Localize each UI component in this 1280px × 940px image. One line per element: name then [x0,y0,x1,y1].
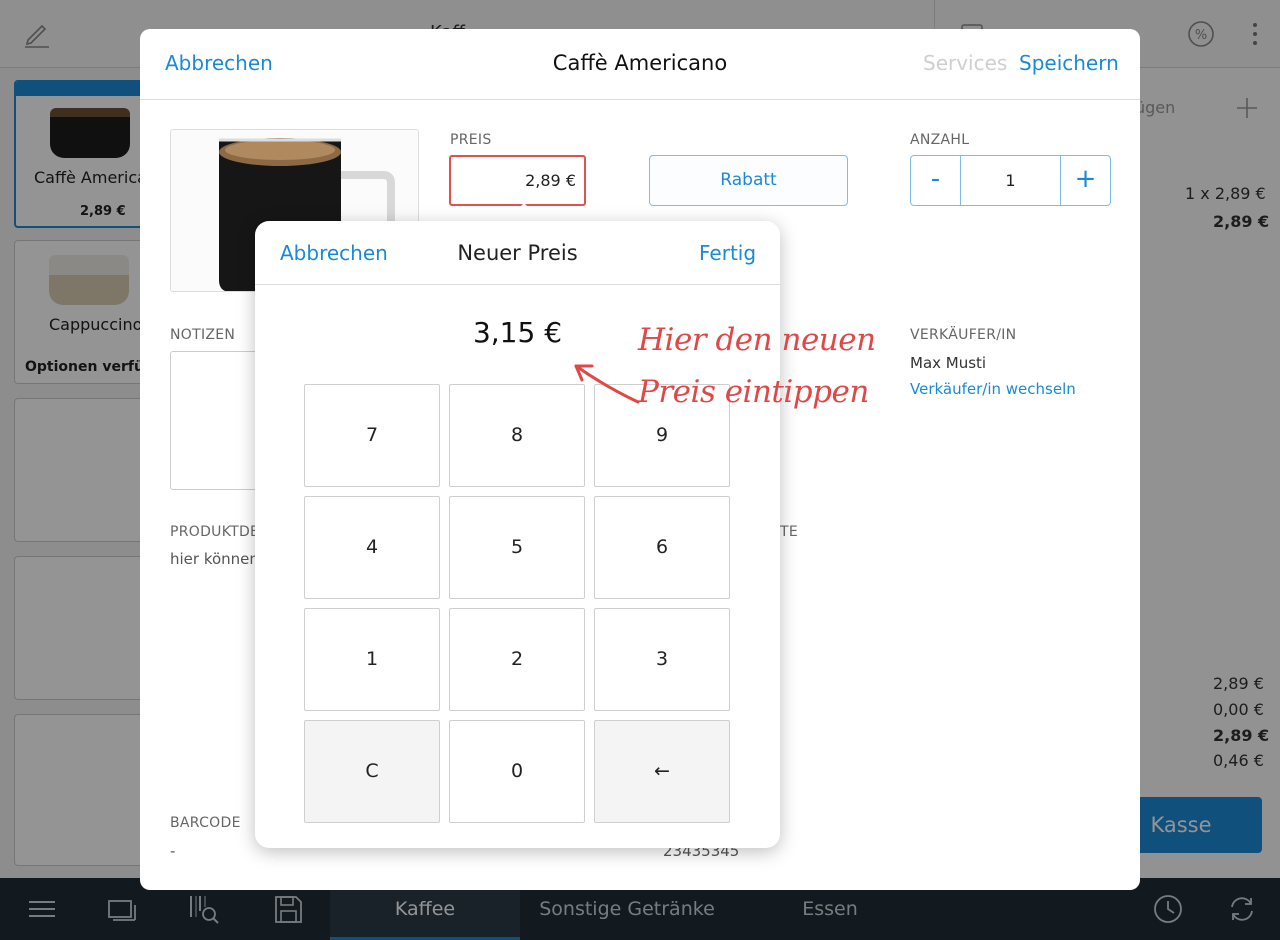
barcode-label: BARCODE [170,815,241,831]
price-field[interactable]: 2,89 € [449,155,586,206]
modal-cancel-button[interactable]: Abbrechen [165,51,273,75]
discount-button[interactable]: Rabatt [649,155,848,206]
key-1[interactable]: 1 [304,608,440,711]
modal-header: Caffè Americano Abbrechen Services Speic… [140,29,1140,100]
popover-cancel-button[interactable]: Abbrechen [280,241,388,265]
product-description-text[interactable]: hier können [170,550,259,568]
key-6[interactable]: 6 [594,496,730,599]
increment-button[interactable]: + [1060,156,1110,205]
quantity-stepper: - 1 + [910,155,1111,206]
save-button[interactable]: Speichern [1019,51,1119,75]
key-3[interactable]: 3 [594,608,730,711]
annotation-arrow-icon [574,364,640,404]
key-2[interactable]: 2 [449,608,585,711]
key-7[interactable]: 7 [304,384,440,487]
key-clear[interactable]: C [304,720,440,823]
popover-header: Neuer Preis Abbrechen Fertig [255,221,780,285]
price-label: PREIS [450,132,492,148]
done-button[interactable]: Fertig [699,241,756,265]
quantity-label: ANZAHL [910,132,970,148]
new-price-popover: Neuer Preis Abbrechen Fertig 3,15 € 7 8 … [255,221,780,848]
services-button[interactable]: Services [923,51,1007,75]
key-0[interactable]: 0 [449,720,585,823]
key-4[interactable]: 4 [304,496,440,599]
barcode-value[interactable]: - [170,842,175,860]
partial-label: TE [780,524,798,540]
key-8[interactable]: 8 [449,384,585,487]
quantity-value[interactable]: 1 [961,156,1060,205]
decrement-button[interactable]: - [911,156,961,205]
key-5[interactable]: 5 [449,496,585,599]
popover-arrow [506,203,542,221]
product-description-label: PRODUKTDE [170,524,260,540]
change-seller-link[interactable]: Verkäufer/in wechseln [910,380,1076,398]
seller-name: Max Musti [910,354,987,372]
notes-label: NOTIZEN [170,327,236,343]
annotation-line-2: Preis eintippen [638,374,869,410]
key-backspace[interactable]: ← [594,720,730,823]
seller-label: VERKÄUFER/IN [910,327,1017,343]
annotation-line-1: Hier den neuen [638,322,876,358]
